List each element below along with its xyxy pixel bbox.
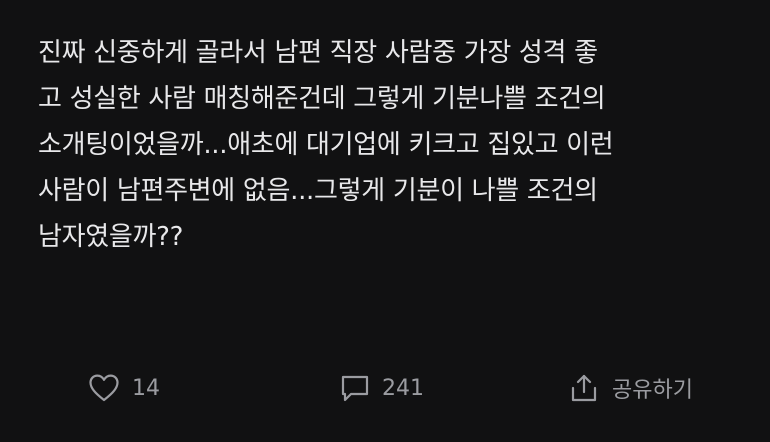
share-label: 공유하기 [612, 378, 693, 403]
post-text-line: 고 성실한 사람 매칭해준건데 그렇게 기분나쁠 조건의 [38, 84, 606, 114]
post-text-line: 진짜 신중하게 골라서 남편 직장 사람중 가장 성격 좋 [38, 38, 598, 68]
comment-button[interactable]: 241 [340, 366, 424, 410]
post-text-line: 소개팅이었을까...애초에 대기업에 키크고 집있고 이런 [38, 130, 614, 160]
like-button[interactable]: 14 [88, 366, 160, 410]
post-text-line: 남자였을까?? [38, 222, 184, 252]
share-button[interactable]: 공유하기 [568, 366, 693, 410]
comment-count: 241 [382, 375, 424, 401]
post-body: 진짜 신중하게 골라서 남편 직장 사람중 가장 성격 좋 고 성실한 사람 매… [38, 30, 738, 260]
comment-icon [340, 373, 370, 403]
share-icon [568, 372, 600, 404]
post-action-bar: 14 241 공유하기 [0, 366, 770, 410]
post-text-line: 사람이 남편주변에 없음...그렇게 기분이 나쁠 조건의 [38, 176, 598, 206]
heart-icon [88, 373, 120, 403]
like-count: 14 [132, 375, 160, 401]
